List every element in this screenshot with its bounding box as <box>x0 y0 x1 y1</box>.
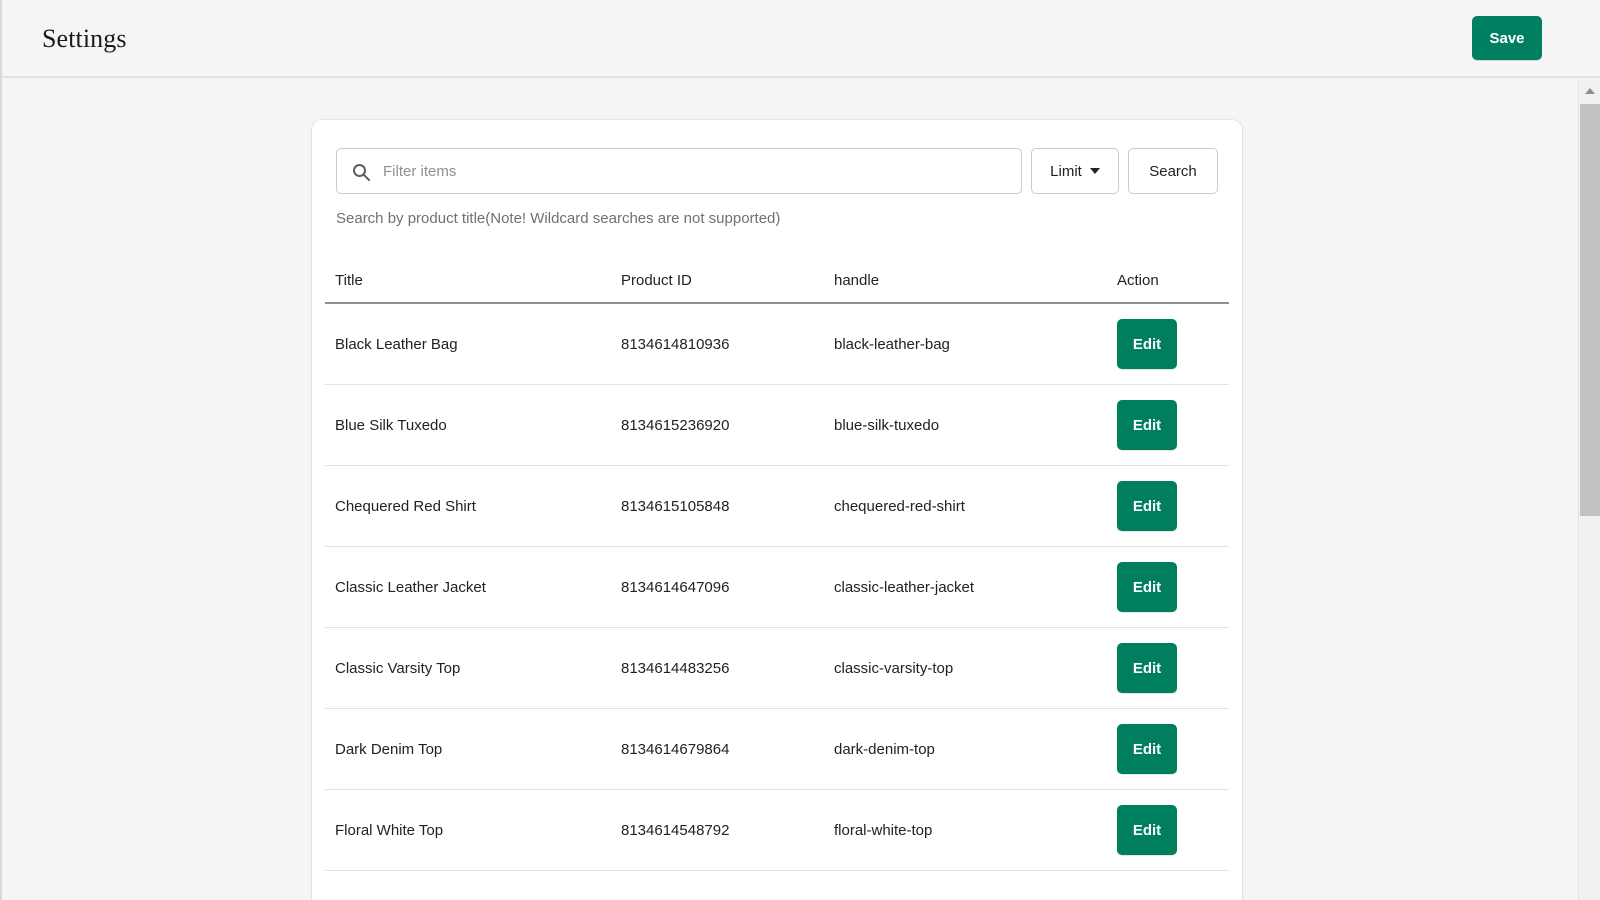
edit-button[interactable]: Edit <box>1117 562 1177 612</box>
table-row: Blue Silk Tuxedo 8134615236920 blue-silk… <box>325 385 1229 466</box>
table-row: Classic Leather Jacket 8134614647096 cla… <box>325 547 1229 628</box>
table-header-row: Title Product ID handle Action <box>325 258 1229 304</box>
page-title: Settings <box>42 24 127 53</box>
cell-handle: classic-leather-jacket <box>834 578 975 596</box>
table-row: Floral White Top 8134614548792 floral-wh… <box>325 790 1229 871</box>
cell-product-id: 8134615236920 <box>621 416 730 434</box>
cell-title: Classic Varsity Top <box>335 659 461 677</box>
search-button[interactable]: Search <box>1128 148 1218 194</box>
cell-action: Edit <box>1117 481 1229 531</box>
edit-button[interactable]: Edit <box>1117 400 1177 450</box>
limit-dropdown-label: Limit <box>1050 162 1082 180</box>
search-row: Limit Search <box>336 148 1218 194</box>
cell-title: Blue Silk Tuxedo <box>335 416 447 434</box>
column-header-action: Action <box>1117 271 1159 289</box>
table-row: Chequered Red Shirt 8134615105848 cheque… <box>325 466 1229 547</box>
app-window: Settings Save Limit <box>0 0 1600 900</box>
page-header: Settings Save <box>2 0 1600 78</box>
cell-title: Classic Leather Jacket <box>335 578 486 596</box>
cell-title: Chequered Red Shirt <box>335 497 476 515</box>
cell-product-id: 8134614647096 <box>621 578 730 596</box>
save-button[interactable]: Save <box>1472 16 1542 60</box>
chevron-down-icon <box>1089 168 1100 174</box>
search-input[interactable] <box>337 149 1021 193</box>
scroll-up-button[interactable] <box>1579 80 1600 102</box>
edit-button[interactable]: Edit <box>1117 724 1177 774</box>
cell-product-id: 8134615105848 <box>621 497 730 515</box>
triangle-up-icon <box>1585 88 1595 94</box>
products-table: Title Product ID handle Action Black Lea… <box>325 258 1229 871</box>
cell-handle: floral-white-top <box>834 821 933 839</box>
limit-dropdown-button[interactable]: Limit <box>1031 148 1119 194</box>
cell-title: Floral White Top <box>335 821 444 839</box>
column-header-handle: handle <box>834 271 880 289</box>
cell-handle: blue-silk-tuxedo <box>834 416 940 434</box>
edit-button[interactable]: Edit <box>1117 643 1177 693</box>
cell-action: Edit <box>1117 319 1229 369</box>
table-row: Dark Denim Top 8134614679864 dark-denim-… <box>325 709 1229 790</box>
cell-product-id: 8134614810936 <box>621 335 730 353</box>
edit-button[interactable]: Edit <box>1117 319 1177 369</box>
cell-product-id: 8134614548792 <box>621 821 730 839</box>
edit-button[interactable]: Edit <box>1117 481 1177 531</box>
search-icon <box>351 162 371 182</box>
cell-action: Edit <box>1117 562 1229 612</box>
table-row: Black Leather Bag 8134614810936 black-le… <box>325 304 1229 385</box>
cell-action: Edit <box>1117 643 1229 693</box>
content-area: Limit Search Search by product title(Not… <box>2 80 1580 900</box>
cell-action: Edit <box>1117 805 1229 855</box>
cell-handle: dark-denim-top <box>834 740 935 758</box>
cell-action: Edit <box>1117 724 1229 774</box>
column-header-title: Title <box>335 271 363 289</box>
products-card: Limit Search Search by product title(Not… <box>312 120 1242 900</box>
cell-title: Dark Denim Top <box>335 740 443 758</box>
cell-product-id: 8134614483256 <box>621 659 730 677</box>
cell-handle: classic-varsity-top <box>834 659 954 677</box>
cell-product-id: 8134614679864 <box>621 740 730 758</box>
search-helper-text: Search by product title(Note! Wildcard s… <box>336 210 781 227</box>
cell-handle: black-leather-bag <box>834 335 950 353</box>
vertical-scrollbar[interactable] <box>1578 80 1600 900</box>
table-row: Classic Varsity Top 8134614483256 classi… <box>325 628 1229 709</box>
search-field[interactable] <box>336 148 1022 194</box>
cell-action: Edit <box>1117 400 1229 450</box>
cell-handle: chequered-red-shirt <box>834 497 965 515</box>
edit-button[interactable]: Edit <box>1117 805 1177 855</box>
scrollbar-thumb[interactable] <box>1580 104 1600 516</box>
column-header-product-id: Product ID <box>621 271 692 289</box>
cell-title: Black Leather Bag <box>335 335 458 353</box>
